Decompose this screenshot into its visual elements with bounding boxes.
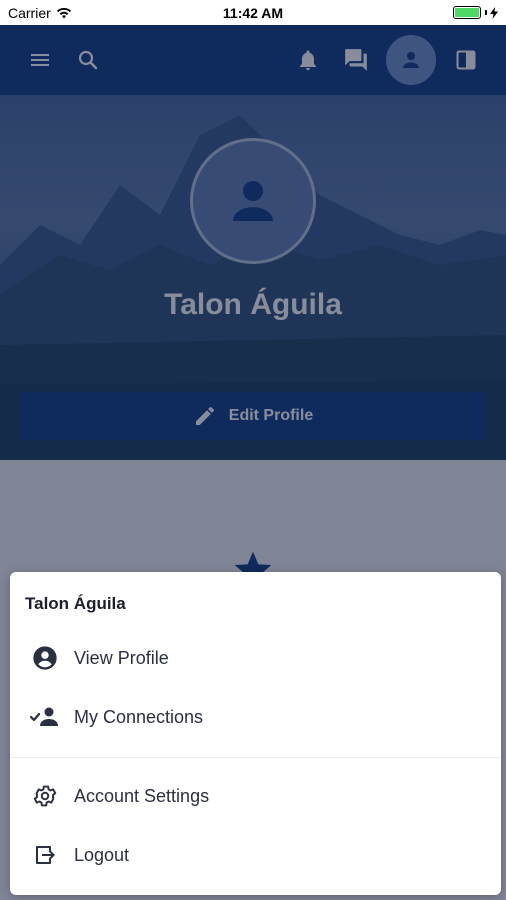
wifi-icon xyxy=(56,7,71,18)
menu-item-logout[interactable]: Logout xyxy=(10,827,501,883)
account-circle-icon xyxy=(30,643,60,673)
menu-item-label: Logout xyxy=(74,844,130,865)
gear-icon xyxy=(30,781,60,811)
user-menu-sheet: Talon Águila View Profile My Connections xyxy=(10,572,501,895)
menu-title: Talon Águila xyxy=(25,594,126,613)
battery-icon xyxy=(453,6,481,19)
carrier-label: Carrier xyxy=(8,4,51,21)
status-bar: Carrier 11:42 AM xyxy=(0,0,506,25)
menu-divider xyxy=(10,757,501,758)
menu-item-view-profile[interactable]: View Profile xyxy=(10,630,501,686)
app-screen: Talon Águila Edit Profile Talon Águila xyxy=(0,25,506,900)
connections-icon xyxy=(30,702,60,732)
menu-item-account-settings[interactable]: Account Settings xyxy=(10,768,501,824)
status-right xyxy=(453,6,498,19)
charging-icon xyxy=(490,6,498,19)
menu-item-my-connections[interactable]: My Connections xyxy=(10,689,501,745)
menu-item-label: My Connections xyxy=(74,706,204,727)
menu-item-label: Account Settings xyxy=(74,785,210,806)
status-left: Carrier xyxy=(8,5,72,21)
logout-icon xyxy=(30,840,60,870)
status-time: 11:42 AM xyxy=(222,4,284,21)
menu-item-label: View Profile xyxy=(74,647,169,668)
